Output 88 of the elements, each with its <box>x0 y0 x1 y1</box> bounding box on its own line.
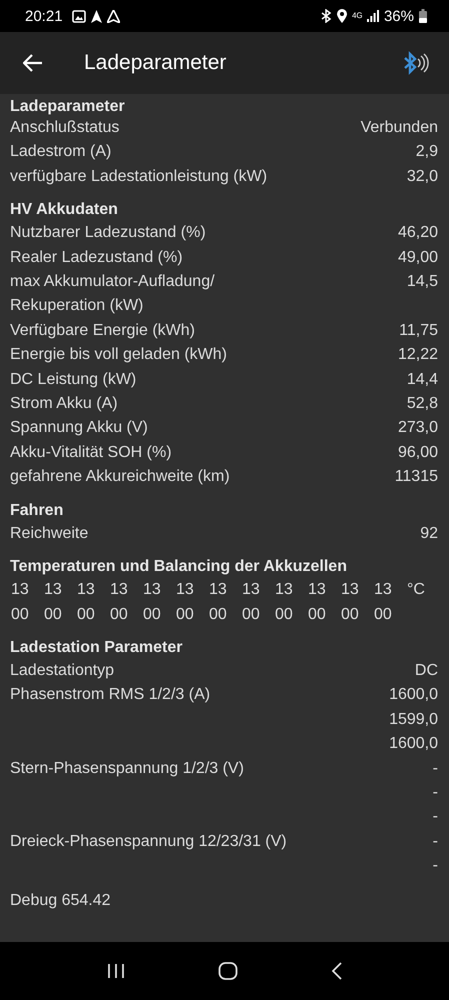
parameter-value: - <box>432 856 438 876</box>
cell-value: 13 <box>341 580 360 600</box>
cell-value: 00 <box>143 604 162 624</box>
back-arrow-icon[interactable] <box>23 54 43 72</box>
parameter-value: 1599,0 <box>389 710 438 730</box>
signal-icon <box>366 10 379 22</box>
cell-value: 13 <box>308 580 327 600</box>
parameter-value: 1600,0 <box>389 685 438 706</box>
parameter-label: Strom Akku (A) <box>10 394 118 414</box>
parameter-value: 52,8 <box>406 394 438 414</box>
parameter-label: gefahrene Akkureichweite (km) <box>10 467 230 488</box>
gallery-icon <box>72 10 86 22</box>
cell-value: 00 <box>275 604 294 624</box>
parameter-value: - <box>432 807 438 828</box>
parameter-value: - <box>432 832 438 852</box>
cell-value: 13 <box>209 580 228 600</box>
recent-apps-icon[interactable] <box>106 963 124 979</box>
parameter-value: 96,00 <box>398 442 438 463</box>
parameter-label: Stern-Phasenspannung 1/2/3 (V) <box>10 758 244 779</box>
cell-value: 00 <box>11 604 30 624</box>
cell-value: 13 <box>242 580 261 600</box>
cell-value: 00 <box>341 604 360 624</box>
bluetooth-signal-icon[interactable] <box>403 51 429 75</box>
cell-value: 13 <box>275 580 294 600</box>
parameter-label: Verfügbare Energie (kWh) <box>10 320 195 341</box>
parameter-value: 49,00 <box>398 248 438 268</box>
parameter-label: Realer Ladezustand (%) <box>10 248 183 268</box>
debug-text: Debug 654.42 <box>10 890 112 911</box>
parameter-label: Ladestrom (A) <box>10 142 112 162</box>
parameter-label: Ladestationtyp <box>10 660 114 681</box>
cell-value: 13 <box>77 580 96 600</box>
section-heading: HV Akkudaten <box>10 200 119 220</box>
parameter-value: 11315 <box>394 467 438 488</box>
status-time: 20:21 <box>25 8 63 24</box>
cell-value: 13 <box>44 580 63 600</box>
home-icon[interactable] <box>218 961 238 981</box>
cell-value: 00 <box>308 604 327 624</box>
parameter-label: DC Leistung (kW) <box>10 370 136 390</box>
parameter-value: 273,0 <box>398 418 438 438</box>
cell-value: 13 <box>11 580 30 600</box>
parameter-value: Verbunden <box>360 118 438 138</box>
battery-icon <box>419 9 427 23</box>
parameter-value: 14,4 <box>406 370 438 390</box>
app-bar-title: Ladeparameter <box>84 51 226 75</box>
cell-value: 00 <box>242 604 261 624</box>
parameter-label: Akku-Vitalität SOH (%) <box>10 442 172 463</box>
parameter-label: Phasenstrom RMS 1/2/3 (A) <box>10 685 210 706</box>
parameter-value: 32,0 <box>406 166 438 187</box>
cell-value: 00 <box>374 604 393 624</box>
location-icon <box>336 9 347 23</box>
parameter-label: Reichweite <box>10 524 88 544</box>
parameter-value: - <box>432 758 438 779</box>
cell-value: 13 <box>143 580 162 600</box>
section-heading: Temperaturen und Balancing der Akkuzellen <box>10 557 348 578</box>
parameter-label: Spannung Akku (V) <box>10 418 148 438</box>
navigation-icon <box>106 10 120 22</box>
cell-value: 00 <box>44 604 63 624</box>
section-heading: Ladestation Parameter <box>10 638 184 658</box>
parameter-value: 2,9 <box>416 142 438 162</box>
cell-value: 13 <box>374 580 393 600</box>
parameter-label: Dreieck-Phasenspannung 12/23/31 (V) <box>10 832 287 852</box>
cell-value: 00 <box>209 604 228 624</box>
parameter-value: - <box>432 782 438 803</box>
cell-value: 13 <box>110 580 129 600</box>
section-heading: Ladeparameter <box>10 98 126 116</box>
parameter-label: verfügbare Ladestationleistung (kW) <box>10 166 268 187</box>
bluetooth-icon <box>320 9 332 23</box>
navigation-icon <box>90 10 102 22</box>
cell-value: 00 <box>77 604 96 624</box>
parameter-label: Anschlußstatus <box>10 118 120 138</box>
unit-label: °C <box>407 580 426 600</box>
parameter-value: 92 <box>420 524 438 544</box>
parameter-label: max Akkumulator-Aufladung/ Rekuperation (kW) <box>10 272 216 316</box>
network-type: 4G <box>352 12 362 20</box>
battery-percent: 36% <box>384 8 414 24</box>
parameter-value: 1600,0 <box>389 734 438 754</box>
section-heading: Fahren <box>10 500 64 521</box>
parameter-label: Nutzbarer Ladezustand (%) <box>10 223 206 244</box>
cell-value: 00 <box>110 604 129 624</box>
parameter-value: DC <box>414 660 438 681</box>
back-icon[interactable] <box>330 961 342 981</box>
parameter-label: Energie bis voll geladen (kWh) <box>10 345 227 366</box>
cell-value: 13 <box>176 580 195 600</box>
parameter-value: 14,5 <box>406 272 438 292</box>
cell-value: 00 <box>176 604 195 624</box>
parameter-value: 46,20 <box>398 223 438 244</box>
parameter-value: 11,75 <box>399 320 438 341</box>
parameter-value: 12,22 <box>398 345 438 366</box>
